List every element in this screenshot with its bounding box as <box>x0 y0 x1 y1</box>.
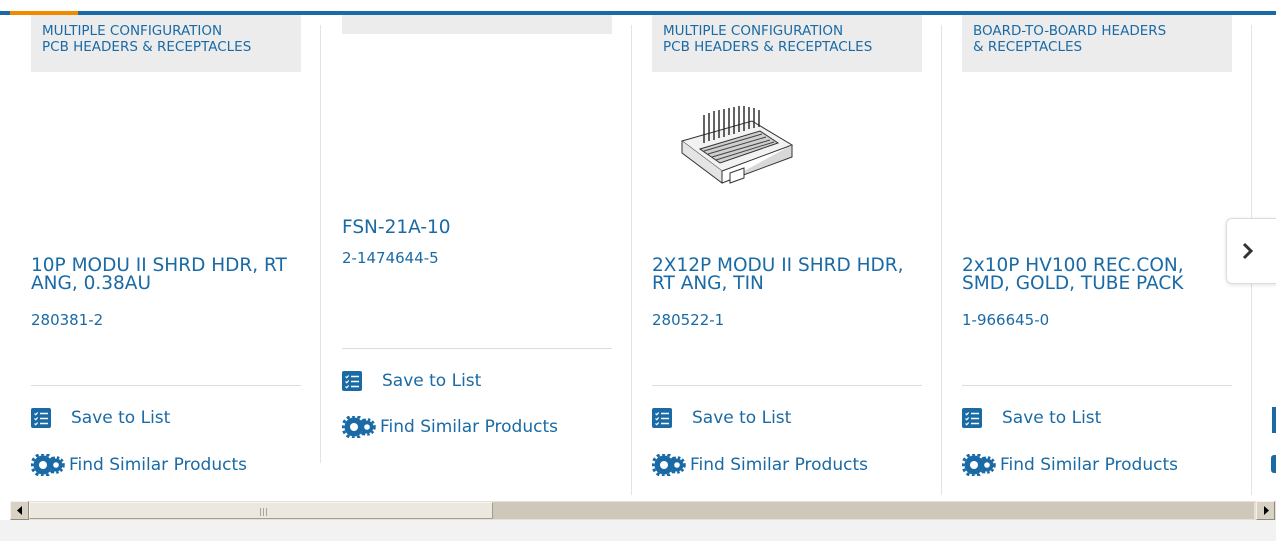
find-similar-label: Find Similar Products <box>380 417 558 437</box>
find-similar-products-button[interactable]: Find Similar Products <box>342 416 558 438</box>
similar-gears-icon <box>962 454 996 476</box>
scroll-thumb[interactable] <box>29 502 493 519</box>
card-divider <box>31 385 301 386</box>
checklist-icon <box>342 371 362 391</box>
card-divider <box>652 385 922 386</box>
part-number-link[interactable]: 1-966645-0 <box>962 311 1049 329</box>
card-divider <box>342 348 612 349</box>
save-to-list-button[interactable]: Save to List <box>652 408 791 428</box>
product-title-link[interactable]: 2x10P HV100 REC.CON, SMD, GOLD, TUBE PAC… <box>962 256 1227 293</box>
card-divider <box>962 385 1232 386</box>
connector-header-image[interactable] <box>674 103 804 193</box>
save-to-list-button[interactable]: Save to List <box>962 408 1101 428</box>
similar-gears-icon <box>342 416 376 438</box>
find-similar-label: Find Similar Products <box>690 455 868 475</box>
card-separator <box>320 25 321 463</box>
product-card: MULTIPLE CONFIGURATION PCB HEADERS & REC… <box>31 15 301 495</box>
find-similar-products-button[interactable]: Find Similar Products <box>31 454 247 476</box>
product-carousel: MULTIPLE CONFIGURATION PCB HEADERS & REC… <box>0 15 1276 495</box>
card-separator <box>631 25 632 495</box>
chevron-right-icon <box>1242 242 1254 260</box>
find-similar-products-button[interactable]: Find Similar Products <box>962 454 1178 476</box>
next-card-save-icon-edge <box>1272 407 1276 433</box>
thumb-grip <box>260 508 267 516</box>
save-to-list-label: Save to List <box>1002 408 1102 428</box>
save-to-list-button[interactable]: Save to List <box>31 408 170 428</box>
arrow-left-icon <box>16 506 22 515</box>
product-card: FSN-21A-10 2-1474644-5 Save to List Find… <box>342 15 612 495</box>
find-similar-products-button[interactable]: Find Similar Products <box>652 454 868 476</box>
checklist-icon <box>31 408 51 428</box>
product-title-link[interactable]: FSN-21A-10 <box>342 218 607 237</box>
scroll-right-button[interactable] <box>1256 501 1275 520</box>
similar-gears-icon <box>652 454 686 476</box>
checklist-icon <box>652 408 672 428</box>
part-number-link[interactable]: 280522-1 <box>652 311 724 329</box>
product-card: MULTIPLE CONFIGURATION PCB HEADERS & REC… <box>652 15 922 495</box>
product-title-link[interactable]: 10P MODU II SHRD HDR, RT ANG, 0.38AU <box>31 256 296 293</box>
checklist-icon <box>962 408 982 428</box>
save-to-list-label: Save to List <box>382 371 482 391</box>
card-separator <box>941 25 942 495</box>
similar-gears-icon <box>31 454 65 476</box>
next-card-gear-icon-edge <box>1271 455 1276 473</box>
save-to-list-button[interactable]: Save to List <box>342 371 481 391</box>
find-similar-label: Find Similar Products <box>1000 455 1178 475</box>
part-number-link[interactable]: 280381-2 <box>31 311 103 329</box>
scroll-track[interactable] <box>493 502 1254 519</box>
arrow-right-icon <box>1263 506 1269 515</box>
page-footer-strip <box>0 520 1276 541</box>
product-card: BOARD-TO-BOARD HEADERS & RECEPTACLES 2x1… <box>962 15 1232 495</box>
category-tag[interactable]: BOARD-TO-BOARD HEADERS & RECEPTACLES <box>962 15 1232 72</box>
horizontal-scrollbar[interactable] <box>10 501 1276 520</box>
find-similar-label: Find Similar Products <box>69 455 247 475</box>
product-title-link[interactable]: 2X12P MODU II SHRD HDR, RT ANG, TIN <box>652 256 917 293</box>
save-to-list-label: Save to List <box>71 408 171 428</box>
scroll-left-button[interactable] <box>10 501 29 520</box>
save-to-list-label: Save to List <box>692 408 792 428</box>
category-tag[interactable]: MULTIPLE CONFIGURATION PCB HEADERS & REC… <box>31 15 301 72</box>
part-number-link[interactable]: 2-1474644-5 <box>342 249 439 267</box>
category-tag[interactable] <box>342 15 612 34</box>
carousel-next-button[interactable] <box>1226 218 1276 284</box>
category-tag[interactable]: MULTIPLE CONFIGURATION PCB HEADERS & REC… <box>652 15 922 72</box>
